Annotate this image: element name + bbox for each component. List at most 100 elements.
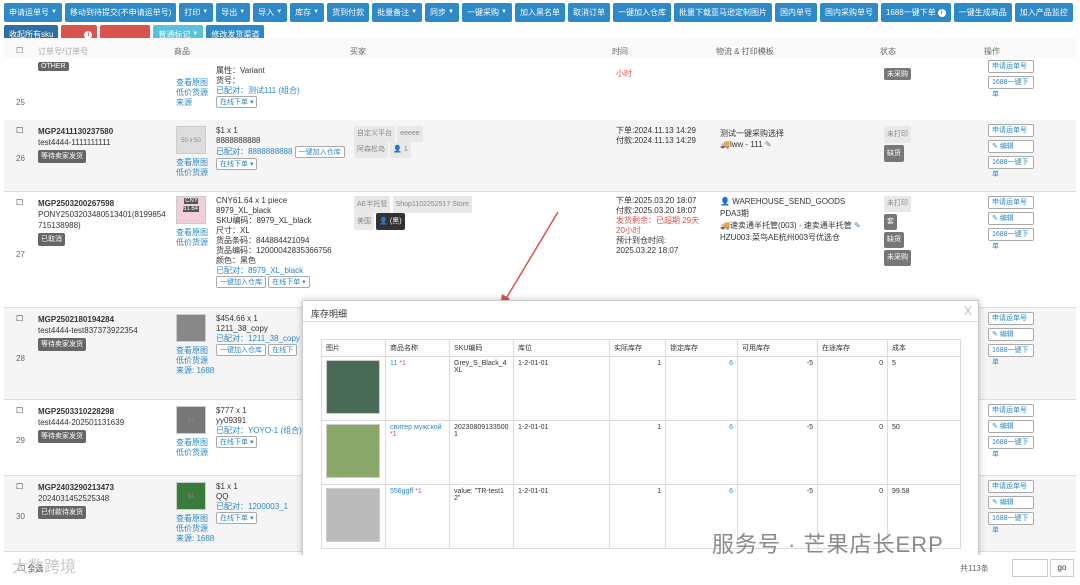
product-image[interactable] xyxy=(326,424,380,478)
matched-link[interactable]: 已配对：1200003_1 xyxy=(216,502,288,512)
download-amazon-images-button[interactable]: 批量下载亚马逊定制图片 xyxy=(673,3,772,22)
view-image-link[interactable]: 查看原图 xyxy=(176,514,214,524)
product-image[interactable] xyxy=(326,360,380,414)
row-checkbox[interactable]: ☐ xyxy=(16,482,23,491)
order-1688-row-button[interactable]: 1688一键下单 xyxy=(988,228,1034,250)
product-thumbnail[interactable]: 50 x 50 xyxy=(176,126,206,154)
matched-link[interactable]: 已配对：8979_XL_black xyxy=(216,266,332,276)
apply-button[interactable]: 申请运单号 xyxy=(988,60,1034,73)
add-to-warehouse-button[interactable]: 一键加入仓库 xyxy=(612,3,671,22)
col-actual: 实际库存 xyxy=(609,339,666,357)
inventory-locked[interactable]: 6 xyxy=(665,356,738,421)
print-label: 打印 xyxy=(184,8,201,17)
view-image-link[interactable]: 查看原图 xyxy=(176,78,208,88)
product-links: 查看原图 低价货源 来源: 1688 xyxy=(176,346,214,376)
low-price-link[interactable]: 低价货源 xyxy=(176,238,208,248)
apply-button[interactable]: 申请运单号 xyxy=(988,312,1034,325)
order-1688-row-button[interactable]: 1688一键下单 xyxy=(988,344,1034,366)
go-button[interactable]: go xyxy=(1050,559,1074,577)
low-price-link[interactable]: 低价货源 xyxy=(176,88,208,98)
select-all-checkbox[interactable]: ☐ xyxy=(16,46,23,55)
add-monitor-button[interactable]: 加入产品监控 xyxy=(1014,3,1073,22)
one-click-purchase-button[interactable]: 一键采购 ▼ xyxy=(462,3,512,22)
online-order-button[interactable]: 在线下单 ▾ xyxy=(216,512,258,524)
edit-button[interactable]: ✎ 编辑 xyxy=(988,212,1034,225)
product-thumbnail[interactable]: $1 xyxy=(176,406,206,434)
low-price-link[interactable]: 低价货源 xyxy=(176,448,208,458)
move-to-pending-button[interactable]: 移动到待提交(不申请运单号) xyxy=(64,3,177,22)
low-price-link[interactable]: 低价货源 xyxy=(176,524,214,534)
edit-icon[interactable]: ✎ xyxy=(765,140,772,149)
edit-icon[interactable]: ✎ xyxy=(854,221,861,230)
apply-waybill-button[interactable]: 申请运单号 ▼ xyxy=(4,3,62,22)
apply-button[interactable]: 申请运单号 xyxy=(988,124,1034,137)
online-order-button[interactable]: 在线下单 ▾ xyxy=(216,96,258,108)
view-image-link[interactable]: 查看原图 xyxy=(176,158,208,168)
row-checkbox[interactable]: ☐ xyxy=(16,126,23,135)
source-link[interactable]: 来源: 1688 xyxy=(176,534,214,544)
close-icon[interactable]: X xyxy=(964,304,972,318)
blacklist-button[interactable]: 加入黑名单 xyxy=(514,3,565,22)
cancel-order-button[interactable]: 取消订单 xyxy=(567,3,610,22)
generate-product-button[interactable]: 一键生成商品 xyxy=(953,3,1012,22)
sync-button[interactable]: 同步 ▼ xyxy=(425,3,459,22)
order-1688-row-button[interactable]: 1688一键下单 xyxy=(988,436,1034,458)
edit-button[interactable]: ✎ 编辑 xyxy=(988,420,1034,433)
import-button[interactable]: 导入 ▼ xyxy=(253,3,288,22)
batch-note-button[interactable]: 批量备注 ▼ xyxy=(372,3,423,22)
product-image[interactable] xyxy=(326,488,380,542)
apply-waybill-label: 申请运单号 xyxy=(9,8,49,17)
row-checkbox[interactable]: ☐ xyxy=(16,314,23,323)
matched-link[interactable]: 已配对：1211_38_copy xyxy=(216,334,300,344)
matched-link[interactable]: 已配对：YOYO-1 (组合) xyxy=(216,426,302,436)
col-transit: 在途库存 xyxy=(817,339,888,357)
product-thumbnail[interactable]: $1 xyxy=(176,482,206,510)
online-order-button[interactable]: 在线下 xyxy=(268,344,298,356)
order-1688-button[interactable]: 1688一键下单 i xyxy=(880,3,951,22)
inventory-actual: 1 xyxy=(609,420,666,485)
online-order-button[interactable]: 在线下单 ▾ xyxy=(268,276,310,288)
edit-button[interactable]: ✎ 编辑 xyxy=(988,328,1034,341)
online-order-button[interactable]: 在线下单 ▾ xyxy=(216,158,258,170)
row-checkbox[interactable]: ☐ xyxy=(16,198,23,207)
low-price-link[interactable]: 低价货源 xyxy=(176,356,214,366)
edit-button[interactable]: ✎ 编辑 xyxy=(988,140,1034,153)
add-warehouse-button[interactable]: 一键加入仓库 xyxy=(216,344,266,356)
source-link[interactable]: 来源: 1688 xyxy=(176,366,214,376)
export-button[interactable]: 导出 ▼ xyxy=(216,3,251,22)
product-thumbnail[interactable]: CNY 61.64 xyxy=(176,196,206,224)
order-1688-row-button[interactable]: 1688一键下单 xyxy=(988,156,1034,178)
page-input[interactable] xyxy=(1012,559,1048,577)
domestic-purchase-number-button[interactable]: 国内采购单号 xyxy=(819,3,878,22)
inventory-button[interactable]: 库存 ▼ xyxy=(290,3,325,22)
source-link[interactable]: 来源 xyxy=(176,98,208,108)
inventory-name: свитер мужской *1 xyxy=(385,420,450,485)
row-checkbox[interactable]: ☐ xyxy=(16,406,23,415)
apply-button[interactable]: 申请运单号 xyxy=(988,404,1034,417)
product-info: $777 x 1 yy09391 已配对：YOYO-1 (组合) 在线下单 ▾ xyxy=(216,406,302,448)
order-1688-row-button[interactable]: 1688一键下单 xyxy=(988,512,1034,534)
low-price-link[interactable]: 低价货源 xyxy=(176,168,208,178)
inventory-actual: 1 xyxy=(609,484,666,549)
print-button[interactable]: 打印 ▼ xyxy=(179,3,214,22)
order-1688-row-button[interactable]: 1688一键下单 xyxy=(988,76,1034,98)
product-thumbnail[interactable]: $1 xyxy=(176,314,206,342)
inventory-locked[interactable]: 6 xyxy=(665,420,738,485)
apply-button[interactable]: 申请运单号 xyxy=(988,480,1034,493)
apply-button[interactable]: 申请运单号 xyxy=(988,196,1034,209)
matched-link[interactable]: 已配对：8888888888 xyxy=(216,147,293,156)
view-image-link[interactable]: 查看原图 xyxy=(176,438,208,448)
paid-time: 付款:2025.03.20 18:07 xyxy=(616,206,697,215)
remain-time: 小时 xyxy=(616,69,632,78)
cod-button[interactable]: 货到付款 xyxy=(327,3,370,22)
modal-divider xyxy=(303,321,978,322)
matched-link[interactable]: 已配对：测试111 (组合) xyxy=(216,86,300,96)
online-order-button[interactable]: 在线下单 ▾ xyxy=(216,436,258,448)
view-image-link[interactable]: 查看原图 xyxy=(176,228,208,238)
inventory-name-text: свитер мужской xyxy=(390,424,442,431)
domestic-number-button[interactable]: 国内单号 xyxy=(774,3,817,22)
add-warehouse-button[interactable]: 一键加入仓库 xyxy=(216,276,266,288)
add-warehouse-button[interactable]: 一键加入仓库 xyxy=(294,146,345,158)
edit-button[interactable]: ✎ 编辑 xyxy=(988,496,1034,509)
view-image-link[interactable]: 查看原图 xyxy=(176,346,214,356)
